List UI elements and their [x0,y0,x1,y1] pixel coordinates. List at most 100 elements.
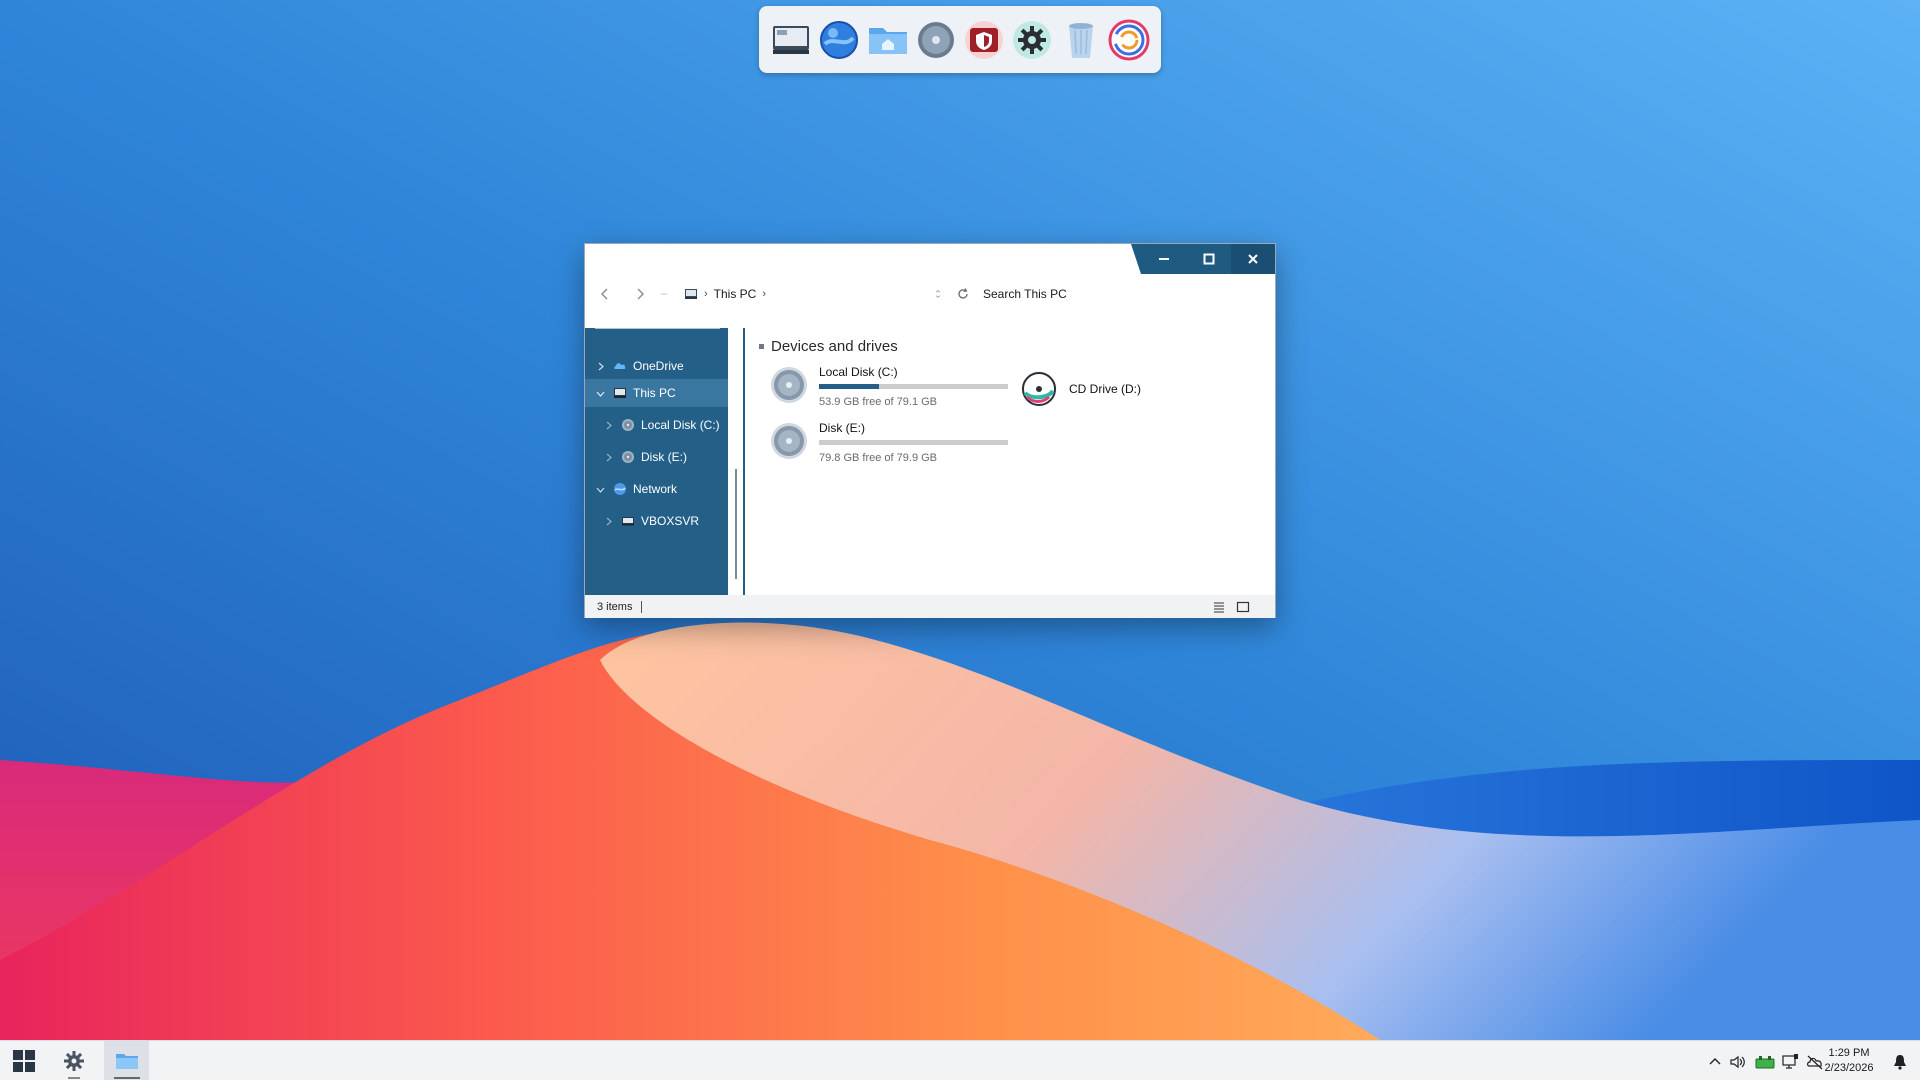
this-pc-icon[interactable] [769,18,813,62]
start-button[interactable] [4,1041,44,1080]
virtualbox-icon [1755,1056,1775,1069]
details-view-button[interactable] [1211,599,1227,615]
minimize-button[interactable] [1141,244,1186,274]
chevron-up-icon [1709,1058,1721,1065]
settings-gear-icon[interactable] [1010,18,1054,62]
chevron-right-icon[interactable] [595,361,605,371]
refresh-button[interactable] [953,284,973,304]
section-title: Devices and drives [771,338,898,355]
recycle-bin-icon[interactable] [1059,18,1103,62]
file-explorer-window: › This PC › Search This PC OneDrive This… [584,243,1276,618]
sidebar-item-vboxsvr[interactable]: VBOXSVR [585,507,728,535]
breadcrumb-this-pc[interactable]: This PC [714,287,757,301]
drive-tile-local-disk-c[interactable]: Local Disk (C:) 53.9 GB free of 79.1 GB [769,365,1008,408]
caption-buttons [1141,244,1275,274]
back-arrow-icon [601,288,608,300]
network-status-button[interactable] [1781,1053,1799,1071]
sidebar-item-label: Local Disk (C:) [641,418,720,432]
sidebar-item-local-disk-c[interactable]: Local Disk (C:) [585,411,728,439]
chevron-down-icon[interactable] [595,484,605,494]
sidebar-item-network[interactable]: Network [585,475,728,503]
network-computer-icon [621,514,635,528]
refresh-icon [958,288,968,299]
sidebar-item-label: VBOXSVR [641,514,700,528]
active-window-indicator [114,1077,140,1079]
breadcrumb-chevron[interactable]: › [762,288,766,300]
up-arrow-icon [660,293,668,295]
disk-icon[interactable] [914,18,958,62]
disk-icon [621,418,635,432]
content-pane: Devices and drives Local Disk (C:) 53.9 … [745,328,1275,595]
this-pc-icon [613,386,627,400]
close-icon [1248,254,1258,264]
status-separator [641,600,643,613]
search-placeholder: Search This PC [983,287,1067,301]
chevron-right-icon[interactable] [603,452,613,462]
taskbar-settings-button[interactable] [54,1041,94,1080]
speaker-icon [1730,1055,1745,1069]
history-dropdown-button[interactable] [932,284,944,304]
notifications-button[interactable] [1891,1053,1909,1071]
network-monitor-icon [1782,1054,1798,1069]
collapse-indicator-icon [759,344,764,349]
status-bar: 3 items [585,595,1275,618]
large-icons-view-icon [1236,601,1250,613]
taskbar: 1:29 PM 2/23/2026 [0,1040,1920,1080]
large-icons-view-button[interactable] [1235,599,1251,615]
back-button[interactable] [595,284,615,304]
sidebar-item-this-pc[interactable]: This PC [585,379,728,407]
taskbar-file-explorer-button[interactable] [104,1041,149,1080]
drive-tile-cd-drive-d[interactable]: CD Drive (D:) [1019,369,1141,409]
settings-gear-icon [64,1051,84,1071]
breadcrumb[interactable]: › This PC › [684,287,772,301]
forward-arrow-icon [637,288,644,300]
dropdown-arrows-icon [935,289,941,299]
maximize-button[interactable] [1186,244,1231,274]
caption-tab [1131,244,1141,274]
drive-usage-fill [819,384,880,389]
quick-access-divider [595,328,720,329]
drive-usage-bar [819,440,1008,445]
chevron-right-icon[interactable] [603,516,613,526]
show-hidden-icons-button[interactable] [1706,1053,1724,1071]
file-explorer-folder-icon[interactable] [866,18,910,62]
section-header-devices[interactable]: Devices and drives [759,338,898,355]
onedrive-cloud-icon [613,359,627,373]
file-explorer-folder-icon [115,1054,138,1069]
drive-name: Disk (E:) [819,421,865,435]
disk-icon [621,450,635,464]
volume-button[interactable] [1729,1053,1747,1071]
security-shield-icon[interactable] [962,18,1006,62]
drive-free-space: 79.8 GB free of 79.9 GB [819,452,938,464]
running-indicator [68,1077,80,1079]
cd-drive-icon [1021,371,1057,407]
sidebar-item-onedrive[interactable]: OneDrive [585,352,728,380]
swirl-app-icon[interactable] [1107,18,1151,62]
chevron-right-icon[interactable] [603,420,613,430]
clock[interactable]: 1:29 PM 2/23/2026 [1820,1046,1878,1076]
sidebar-scrollbar[interactable] [735,469,737,579]
up-button[interactable] [658,284,670,304]
clock-date: 2/23/2026 [1824,1062,1874,1074]
drive-usage-bar [819,384,1008,389]
virtualbox-tray-button[interactable] [1754,1053,1776,1071]
search-input[interactable]: Search This PC [977,282,1267,306]
bell-icon [1894,1055,1906,1070]
drive-name: Local Disk (C:) [819,365,898,379]
item-count: 3 items [597,600,633,613]
details-view-icon [1214,602,1224,613]
disk-icon [771,423,807,459]
sidebar-item-disk-e[interactable]: Disk (E:) [585,443,728,471]
drive-tile-disk-e[interactable]: Disk (E:) 79.8 GB free of 79.9 GB [769,421,1008,464]
minimize-icon [1158,258,1169,260]
dock [759,6,1161,73]
sidebar-item-label: Disk (E:) [641,450,687,464]
this-pc-icon [685,289,697,299]
chevron-down-icon[interactable] [595,388,605,398]
sidebar-item-label: This PC [633,386,676,400]
close-button[interactable] [1231,244,1275,274]
navigation-bar: › This PC › Search This PC [585,274,1275,314]
browser-globe-icon[interactable] [817,18,861,62]
maximize-icon [1203,253,1214,265]
forward-button[interactable] [630,284,650,304]
